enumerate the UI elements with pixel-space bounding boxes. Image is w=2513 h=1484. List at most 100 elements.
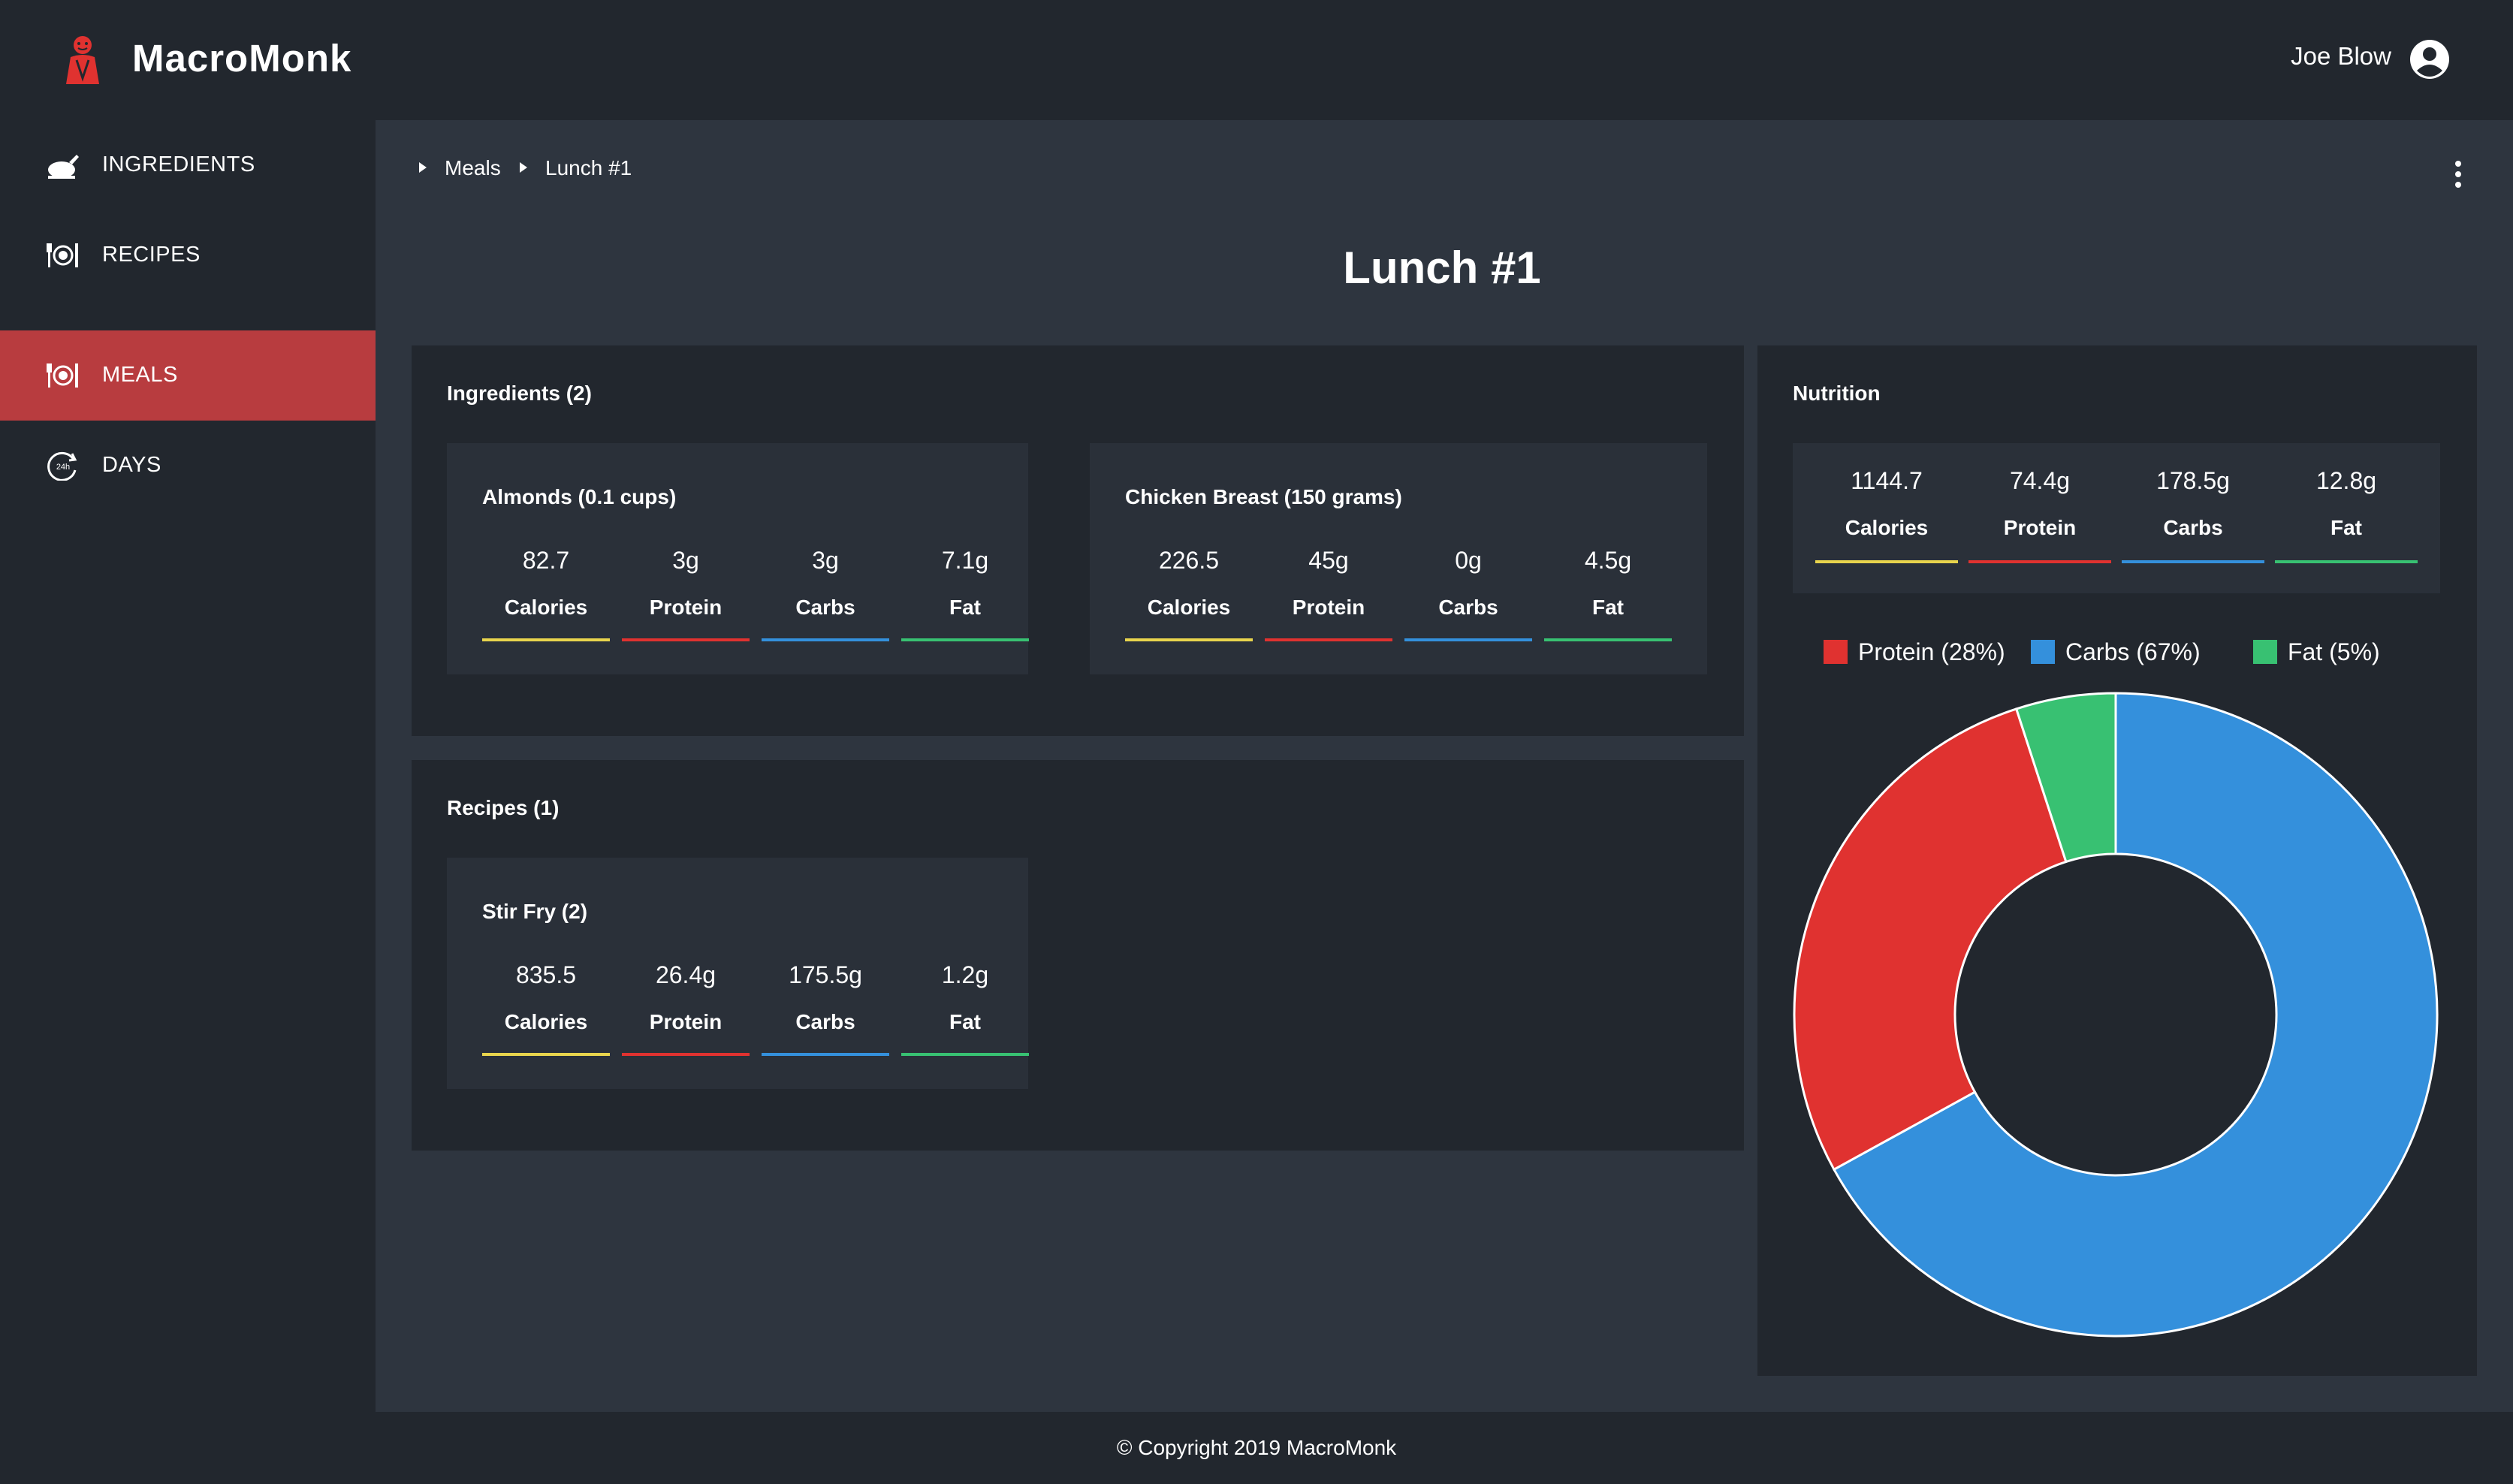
stat-protein: 3g Protein xyxy=(622,547,750,620)
stat-label: Protein xyxy=(2003,516,2077,539)
stat-fat: 1.2g Fat xyxy=(901,961,1029,1034)
stat-label: Fat xyxy=(949,1010,981,1033)
stat-label: Carbs xyxy=(795,1010,855,1033)
24h-clock-icon: 24h xyxy=(47,451,77,481)
svg-text:24h: 24h xyxy=(56,463,70,472)
legend-label: Fat (5%) xyxy=(2288,638,2380,665)
stat-calories: 226.5 Calories xyxy=(1125,547,1253,620)
stat-label: Fat xyxy=(2330,516,2362,539)
plate-cutlery-icon xyxy=(47,363,78,388)
protein-underline xyxy=(1968,560,2111,563)
monk-logo-icon[interactable] xyxy=(60,35,110,86)
stat-value: 7.1g xyxy=(941,547,989,574)
fat-underline xyxy=(2275,560,2418,563)
sidebar-item-meals[interactable]: MEALS xyxy=(0,330,376,421)
stat-value: 1.2g xyxy=(941,961,989,988)
account-circle-icon[interactable] xyxy=(2409,39,2450,80)
sidebar-item-label: MEALS xyxy=(102,363,178,387)
legend-item-protein[interactable]: Protein (28%) xyxy=(1824,637,2019,667)
sidebar-item-label: INGREDIENTS xyxy=(102,152,255,176)
chicken-leg-icon xyxy=(48,155,79,179)
stat-protein: 26.4g Protein xyxy=(622,961,750,1034)
recipes-panel: Recipes (1) Stir Fry (2) 835.5 Calories 2… xyxy=(412,760,1744,1151)
page-title: Lunch #1 xyxy=(1343,243,1541,293)
sidebar-item-recipes[interactable]: RECIPES xyxy=(0,210,376,300)
sidebar-item-label: DAYS xyxy=(102,453,161,477)
macro-donut-chart xyxy=(1793,692,2439,1338)
stat-label: Calories xyxy=(504,596,588,619)
card-title: Chicken Breast (150 grams) xyxy=(1125,485,1402,508)
stat-carbs: 175.5g Carbs xyxy=(762,961,889,1034)
sidebar-item-label: RECIPES xyxy=(102,243,201,267)
stat-protein: 45g Protein xyxy=(1265,547,1392,620)
calories-underline xyxy=(1815,560,1958,563)
legend-swatch xyxy=(2253,640,2277,664)
stat-value: 226.5 xyxy=(1158,547,1220,574)
caret-right-icon xyxy=(419,162,427,173)
card-title: Stir Fry (2) xyxy=(482,900,588,923)
carbs-underline xyxy=(2122,560,2264,563)
copyright-text: © Copyright 2019 MacroMonk xyxy=(1116,1436,1397,1459)
stat-calories: 82.7 Calories xyxy=(482,547,610,620)
recipe-card[interactable]: Stir Fry (2) 835.5 Calories 26.4g Protein … xyxy=(447,858,1029,1089)
calories-underline xyxy=(1125,638,1253,641)
stat-value: 26.4g xyxy=(655,961,716,988)
stat-fat: 4.5g Fat xyxy=(1544,547,1672,620)
stat-label: Carbs xyxy=(2163,516,2223,539)
stat-label: Protein xyxy=(649,1010,723,1033)
protein-underline xyxy=(622,638,750,641)
sidebar: INGREDIENTS RECIPES MEALS 24h DAYS xyxy=(0,120,376,1412)
panel-title: Nutrition xyxy=(1793,382,1881,405)
legend-label: Protein (28%) xyxy=(1858,638,2005,665)
nutrition-summary-card: 1144.7 Calories 74.4g Protein 178.5g Carbs … xyxy=(1793,443,2440,593)
legend-swatch xyxy=(2031,640,2055,664)
sidebar-item-days[interactable]: 24h DAYS xyxy=(0,421,376,511)
stat-calories: 835.5 Calories xyxy=(482,961,610,1034)
user-name[interactable]: Joe Blow xyxy=(2291,42,2391,71)
top-bar: MacroMonk Joe Blow xyxy=(0,0,2513,120)
stat-value: 175.5g xyxy=(789,961,862,988)
carbs-underline xyxy=(1404,638,1532,641)
stat-value: 0g xyxy=(1455,547,1482,574)
stat-value: 82.7 xyxy=(522,547,570,574)
stat-label: Carbs xyxy=(795,596,855,619)
stat-value: 45g xyxy=(1308,547,1349,574)
more-options-icon[interactable] xyxy=(2448,159,2468,189)
stat-protein: 74.4g Protein xyxy=(1968,467,2111,540)
stat-value: 1144.7 xyxy=(1851,467,1923,494)
stat-label: Calories xyxy=(504,1010,588,1033)
stat-fat: 12.8g Fat xyxy=(2275,467,2418,540)
brand-name[interactable]: MacroMonk xyxy=(132,36,351,80)
legend-item-fat[interactable]: Fat (5%) xyxy=(2253,637,2396,667)
calories-underline xyxy=(482,638,610,641)
caret-right-icon xyxy=(520,162,527,173)
legend-item-carbs[interactable]: Carbs (67%) xyxy=(2031,637,2211,667)
stat-label: Fat xyxy=(1592,596,1624,619)
fat-underline xyxy=(901,1053,1029,1056)
stat-fat: 7.1g Fat xyxy=(901,547,1029,620)
stat-label: Carbs xyxy=(1438,596,1498,619)
ingredients-panel: Ingredients (2) Almonds (0.1 cups) 82.7 C… xyxy=(412,345,1744,736)
sidebar-item-ingredients[interactable]: INGREDIENTS xyxy=(0,120,376,210)
stat-label: Calories xyxy=(1845,516,1929,539)
ingredient-card[interactable]: Almonds (0.1 cups) 82.7 Calories 3g Protei… xyxy=(447,443,1029,674)
donut-slice-protein[interactable] xyxy=(1793,707,2068,1172)
legend-label: Carbs (67%) xyxy=(2065,638,2201,665)
breadcrumb-link-meals[interactable]: Meals xyxy=(445,156,501,180)
calories-underline xyxy=(482,1053,610,1056)
stat-label: Protein xyxy=(1292,596,1365,619)
stat-calories: 1144.7 Calories xyxy=(1815,467,1958,540)
stat-label: Fat xyxy=(949,596,981,619)
breadcrumb-current: Lunch #1 xyxy=(545,156,632,179)
stat-value: 74.4g xyxy=(2009,467,2071,494)
stat-value: 835.5 xyxy=(515,961,577,988)
card-title: Almonds (0.1 cups) xyxy=(482,485,677,508)
fat-underline xyxy=(901,638,1029,641)
ingredient-card[interactable]: Chicken Breast (150 grams) 226.5 Calories… xyxy=(1090,443,1707,674)
stat-value: 178.5g xyxy=(2156,467,2230,494)
panel-title: Ingredients (2) xyxy=(447,382,592,405)
stat-carbs: 3g Carbs xyxy=(762,547,889,620)
stat-label: Calories xyxy=(1147,596,1231,619)
panel-title: Recipes (1) xyxy=(447,796,560,819)
fat-underline xyxy=(1544,638,1672,641)
